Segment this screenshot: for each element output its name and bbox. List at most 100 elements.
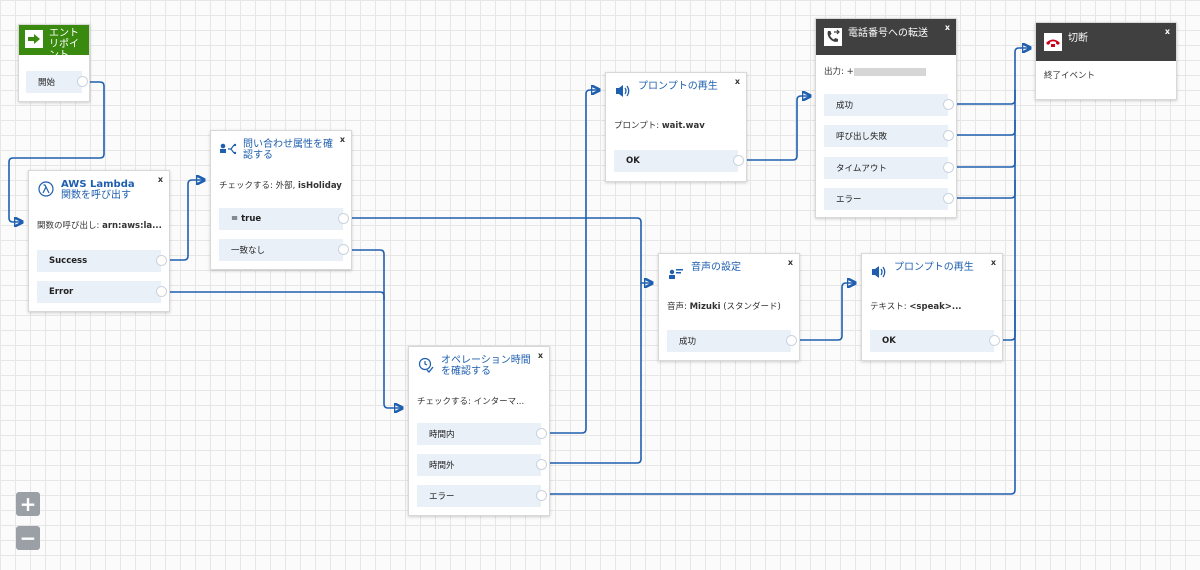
branch-error[interactable]: Error <box>37 281 167 303</box>
node-header: 音声の設定 x <box>659 254 799 292</box>
phone-transfer-icon <box>824 28 842 46</box>
node-title-line2: 関数を呼び出す <box>61 190 131 201</box>
entry-point-title: エントリポイント <box>49 28 79 55</box>
output-port[interactable] <box>536 459 547 470</box>
branch-ok[interactable]: OK <box>614 150 744 172</box>
output-port[interactable] <box>536 428 547 439</box>
node-header: 電話番号への転送 x <box>816 19 956 55</box>
zoom-out-button[interactable]: − <box>16 526 40 550</box>
close-button[interactable]: x <box>340 135 345 144</box>
branch-label: 時間外 <box>429 461 455 471</box>
branch-label: エラー <box>429 492 455 502</box>
output-port[interactable] <box>338 244 349 255</box>
set-voice-node[interactable]: 音声の設定 x 音声: Mizuki (スタンダード) 成功 <box>658 253 800 361</box>
node-header: AWS Lambda 関数を呼び出す x <box>29 171 169 209</box>
invoke-lambda-node[interactable]: AWS Lambda 関数を呼び出す x 関数の呼び出し: arn:aws:la… <box>28 170 170 312</box>
output-port[interactable] <box>156 255 167 266</box>
node-description: 音声: Mizuki (スタンダード) <box>659 294 799 318</box>
branch-label: Error <box>49 287 74 297</box>
node-description: テキスト: <speak>... <box>862 294 1002 318</box>
branch-in-hours[interactable]: 時間内 <box>417 423 547 445</box>
output-port[interactable] <box>943 193 954 204</box>
output-port[interactable] <box>338 213 349 224</box>
branch-call-failed[interactable]: 呼び出し失敗 <box>824 125 954 147</box>
node-title: オペレーション時間を確認する <box>441 355 531 377</box>
play-prompt-node-2[interactable]: プロンプトの再生 x テキスト: <speak>... OK <box>861 253 1003 361</box>
close-button[interactable]: x <box>788 258 793 267</box>
play-prompt-node-1[interactable]: プロンプトの再生 x プロンプト: wait.wav OK <box>605 72 747 182</box>
zoom-in-button[interactable]: + <box>16 492 40 516</box>
output-port[interactable] <box>536 490 547 501</box>
node-header: プロンプトの再生 x <box>606 73 746 111</box>
branch-label: タイムアウト <box>836 164 887 174</box>
clock-check-icon <box>417 356 435 374</box>
branch-label: 開始 <box>38 78 56 88</box>
close-button[interactable]: x <box>735 77 740 86</box>
speaker-icon <box>614 82 632 100</box>
branch-label: 時間内 <box>429 430 455 440</box>
lambda-icon <box>37 180 55 198</box>
close-button[interactable]: x <box>945 23 950 32</box>
entry-point-node[interactable]: エントリポイント 開始 <box>18 24 90 102</box>
branch-start[interactable]: 開始 <box>26 71 88 93</box>
close-button[interactable]: x <box>991 258 996 267</box>
node-header: オペレーション時間を確認する x <box>409 347 549 385</box>
attributes-branch-icon <box>219 140 237 158</box>
branch-success[interactable]: Success <box>37 250 167 272</box>
branch-timeout[interactable]: タイムアウト <box>824 157 954 179</box>
flow-connectors <box>8 0 1200 495</box>
branch-label: = true <box>231 214 262 224</box>
node-title: 電話番号への転送 <box>848 28 928 39</box>
connector-voice-success <box>792 283 855 341</box>
node-header: プロンプトの再生 x <box>862 254 1002 292</box>
disconnect-node[interactable]: 切断 x 終了イベント <box>1035 22 1177 100</box>
close-button[interactable]: x <box>1165 27 1170 36</box>
desc-value: isHoliday <box>297 181 342 191</box>
branch-success[interactable]: 成功 <box>667 330 797 352</box>
output-port[interactable] <box>77 76 88 87</box>
desc-prefix: 音声: <box>667 302 690 312</box>
branch-out-of-hours[interactable]: 時間外 <box>417 454 547 476</box>
node-title: 音声の設定 <box>691 262 741 273</box>
node-description: 終了イベント <box>1044 71 1096 81</box>
check-attributes-node[interactable]: 問い合わせ属性を確認する x チェックする: 外部, isHoliday = t… <box>210 130 352 270</box>
entry-point-header: エントリポイント <box>19 25 89 55</box>
connector-lambda-error <box>162 291 402 408</box>
desc-suffix: (スタンダード) <box>720 302 781 312</box>
output-port[interactable] <box>733 155 744 166</box>
branch-label: 呼び出し失敗 <box>836 132 888 142</box>
close-button[interactable]: x <box>158 175 163 184</box>
output-port[interactable] <box>786 335 797 346</box>
connector-attr-true <box>344 217 652 283</box>
branch-error[interactable]: エラー <box>417 485 547 507</box>
output-port[interactable] <box>156 286 167 297</box>
branch-label: 一致なし <box>231 246 266 256</box>
transfer-to-phone-node[interactable]: 電話番号への転送 x 出力: + 成功 呼び出し失敗 タイムアウト エラー <box>815 18 957 218</box>
desc-prefix: 出力: + <box>824 67 854 77</box>
desc-value: <speak>... <box>909 302 962 312</box>
node-description: 出力: + <box>816 59 956 83</box>
arrow-right-icon <box>25 30 43 48</box>
output-port[interactable] <box>943 99 954 110</box>
node-description: 関数の呼び出し: arn:aws:la... <box>29 213 169 237</box>
branch-label: Success <box>49 256 88 266</box>
branch-error[interactable]: エラー <box>824 188 954 210</box>
node-title: 切断 <box>1068 33 1088 44</box>
hang-up-icon <box>1044 33 1062 51</box>
connector-hours-out <box>541 283 642 464</box>
close-button[interactable]: x <box>538 351 543 360</box>
node-title: 問い合わせ属性を確認する <box>243 139 333 161</box>
desc-prefix: 関数の呼び出し: <box>37 221 103 231</box>
branch-success[interactable]: 成功 <box>824 94 954 116</box>
node-title-line1: AWS Lambda <box>61 179 135 190</box>
output-port[interactable] <box>989 335 1000 346</box>
minus-icon: − <box>19 526 37 550</box>
branch-ok[interactable]: OK <box>870 330 1000 352</box>
connector-transfer-error <box>947 180 1016 199</box>
branch-equals-true[interactable]: = true <box>219 208 349 230</box>
output-port[interactable] <box>943 162 954 173</box>
branch-label: 成功 <box>836 101 854 111</box>
check-hours-node[interactable]: オペレーション時間を確認する x チェックする: インターマ... 時間内 時間… <box>408 346 550 516</box>
branch-no-match[interactable]: 一致なし <box>219 239 349 261</box>
output-port[interactable] <box>943 130 954 141</box>
